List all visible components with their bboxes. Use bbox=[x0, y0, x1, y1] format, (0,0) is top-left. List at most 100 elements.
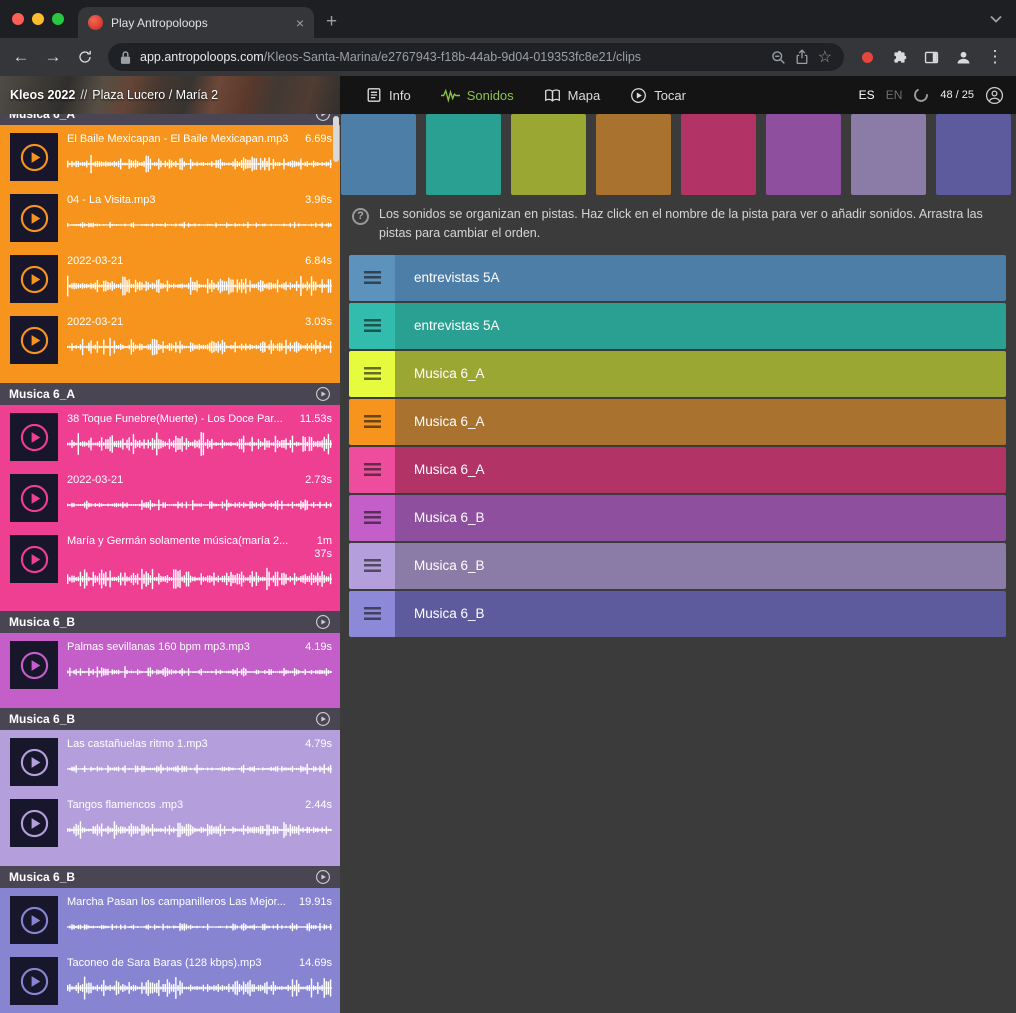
track-color-swatch[interactable] bbox=[766, 114, 841, 195]
track-section-header[interactable]: Musica 6_B bbox=[0, 611, 340, 633]
clip-waveform[interactable] bbox=[67, 817, 332, 843]
track-color-swatch[interactable] bbox=[596, 114, 671, 195]
clip-waveform[interactable] bbox=[67, 492, 332, 518]
forward-button[interactable]: → bbox=[38, 42, 68, 72]
url-text[interactable]: app.antropoloops.com/Kleos-Santa-Marina/… bbox=[140, 50, 762, 64]
clip-list: Palmas sevillanas 160 bpm mp3.mp3 4.19s bbox=[0, 633, 340, 708]
track-color-swatch[interactable] bbox=[681, 114, 756, 195]
clip-waveform[interactable] bbox=[67, 975, 332, 1001]
track-name-button[interactable]: Musica 6_A bbox=[395, 447, 1006, 493]
track-drag-handle[interactable] bbox=[349, 351, 395, 397]
tab-search-chevron-icon[interactable] bbox=[990, 15, 1002, 23]
track-drag-handle[interactable] bbox=[349, 543, 395, 589]
section-play-icon[interactable] bbox=[315, 614, 331, 630]
clip-play-button[interactable] bbox=[10, 413, 58, 461]
track-color-swatch[interactable] bbox=[936, 114, 1011, 195]
track-name-button[interactable]: entrevistas 5A bbox=[395, 303, 1006, 349]
close-window-button[interactable] bbox=[12, 13, 24, 25]
browser-tab[interactable]: Play Antropoloops × bbox=[78, 7, 314, 38]
clip-play-button[interactable] bbox=[10, 641, 58, 689]
track-row[interactable]: Musica 6_A bbox=[349, 447, 1006, 493]
browser-menu-icon[interactable]: ⋮ bbox=[980, 42, 1010, 72]
clip-play-button[interactable] bbox=[10, 799, 58, 847]
track-row[interactable]: entrevistas 5A bbox=[349, 303, 1006, 349]
recording-indicator-icon[interactable] bbox=[852, 42, 882, 72]
extensions-puzzle-icon[interactable] bbox=[884, 42, 914, 72]
track-row[interactable]: Musica 6_B bbox=[349, 591, 1006, 637]
clip-waveform[interactable] bbox=[67, 212, 332, 238]
lang-en-button[interactable]: EN bbox=[886, 88, 903, 102]
clip-waveform[interactable] bbox=[67, 566, 332, 592]
track-row[interactable]: Musica 6_B bbox=[349, 543, 1006, 589]
clip-play-button[interactable] bbox=[10, 474, 58, 522]
track-row[interactable]: entrevistas 5A bbox=[349, 255, 1006, 301]
clip-waveform[interactable] bbox=[67, 756, 332, 782]
clip-waveform[interactable] bbox=[67, 431, 332, 457]
track-drag-handle[interactable] bbox=[349, 303, 395, 349]
minimize-window-button[interactable] bbox=[32, 13, 44, 25]
clip-waveform[interactable] bbox=[67, 273, 332, 299]
clip-main: Las castañuelas ritmo 1.mp3 4.79s bbox=[67, 738, 332, 786]
profile-avatar-icon[interactable] bbox=[948, 42, 978, 72]
clip-waveform[interactable] bbox=[67, 914, 332, 940]
track-section-header[interactable]: Musica 6_A bbox=[0, 114, 340, 125]
user-account-icon[interactable] bbox=[985, 86, 1004, 105]
clip-play-button[interactable] bbox=[10, 316, 58, 364]
clip-play-button[interactable] bbox=[10, 255, 58, 303]
bookmark-star-icon[interactable]: ☆ bbox=[818, 47, 832, 67]
section-play-icon[interactable] bbox=[315, 711, 331, 727]
track-section-header[interactable]: Musica 6_A bbox=[0, 383, 340, 405]
nav-tab-sonidos[interactable]: Sonidos bbox=[441, 88, 514, 103]
clip-play-button[interactable] bbox=[10, 896, 58, 944]
track-color-swatch[interactable] bbox=[426, 114, 501, 195]
clip-play-button[interactable] bbox=[10, 133, 58, 181]
track-name-button[interactable]: Musica 6_A bbox=[395, 399, 1006, 445]
track-color-swatch[interactable] bbox=[341, 114, 416, 195]
section-title: Musica 6_B bbox=[9, 712, 309, 726]
track-drag-handle[interactable] bbox=[349, 399, 395, 445]
clip-play-button[interactable] bbox=[10, 738, 58, 786]
lock-icon[interactable] bbox=[120, 50, 131, 65]
side-panel-icon[interactable] bbox=[916, 42, 946, 72]
session-breadcrumb[interactable]: Kleos 2022 // Plaza Lucero / María 2 bbox=[0, 76, 340, 114]
track-name-button[interactable]: Musica 6_A bbox=[395, 351, 1006, 397]
track-name-button[interactable]: Musica 6_B bbox=[395, 495, 1006, 541]
track-section-header[interactable]: Musica 6_B bbox=[0, 708, 340, 730]
track-row[interactable]: Musica 6_A bbox=[349, 399, 1006, 445]
track-section-header[interactable]: Musica 6_B bbox=[0, 866, 340, 888]
clip-waveform[interactable] bbox=[67, 151, 332, 177]
track-row[interactable]: Musica 6_B bbox=[349, 495, 1006, 541]
back-button[interactable]: ← bbox=[6, 42, 36, 72]
reload-button[interactable] bbox=[70, 42, 100, 72]
lang-es-button[interactable]: ES bbox=[859, 88, 875, 102]
track-color-swatch[interactable] bbox=[851, 114, 926, 195]
track-drag-handle[interactable] bbox=[349, 447, 395, 493]
zoom-icon[interactable] bbox=[771, 50, 786, 65]
clip-play-button[interactable] bbox=[10, 535, 58, 583]
share-icon[interactable] bbox=[795, 49, 809, 65]
new-tab-button[interactable]: + bbox=[326, 12, 337, 31]
track-drag-handle[interactable] bbox=[349, 591, 395, 637]
track-row[interactable]: Musica 6_A bbox=[349, 351, 1006, 397]
tab-title: Play Antropoloops bbox=[111, 16, 288, 30]
track-drag-handle[interactable] bbox=[349, 255, 395, 301]
clip-waveform[interactable] bbox=[67, 334, 332, 360]
track-name-button[interactable]: entrevistas 5A bbox=[395, 255, 1006, 301]
zoom-window-button[interactable] bbox=[52, 13, 64, 25]
clips-scrollbar[interactable] bbox=[333, 116, 339, 162]
address-bar[interactable]: app.antropoloops.com/Kleos-Santa-Marina/… bbox=[108, 43, 844, 71]
track-name-button[interactable]: Musica 6_B bbox=[395, 543, 1006, 589]
nav-tab-tocar[interactable]: Tocar bbox=[630, 87, 686, 104]
clip-play-button[interactable] bbox=[10, 194, 58, 242]
track-color-swatch[interactable] bbox=[511, 114, 586, 195]
section-play-icon[interactable] bbox=[315, 386, 331, 402]
section-play-icon[interactable] bbox=[315, 869, 331, 885]
clip-play-button[interactable] bbox=[10, 957, 58, 1005]
nav-tab-info[interactable]: Info bbox=[366, 87, 411, 103]
nav-tab-mapa[interactable]: Mapa bbox=[544, 88, 601, 103]
track-drag-handle[interactable] bbox=[349, 495, 395, 541]
tab-close-icon[interactable]: × bbox=[296, 16, 304, 30]
track-name-button[interactable]: Musica 6_B bbox=[395, 591, 1006, 637]
section-play-icon[interactable] bbox=[315, 114, 331, 122]
clip-waveform[interactable] bbox=[67, 659, 332, 685]
